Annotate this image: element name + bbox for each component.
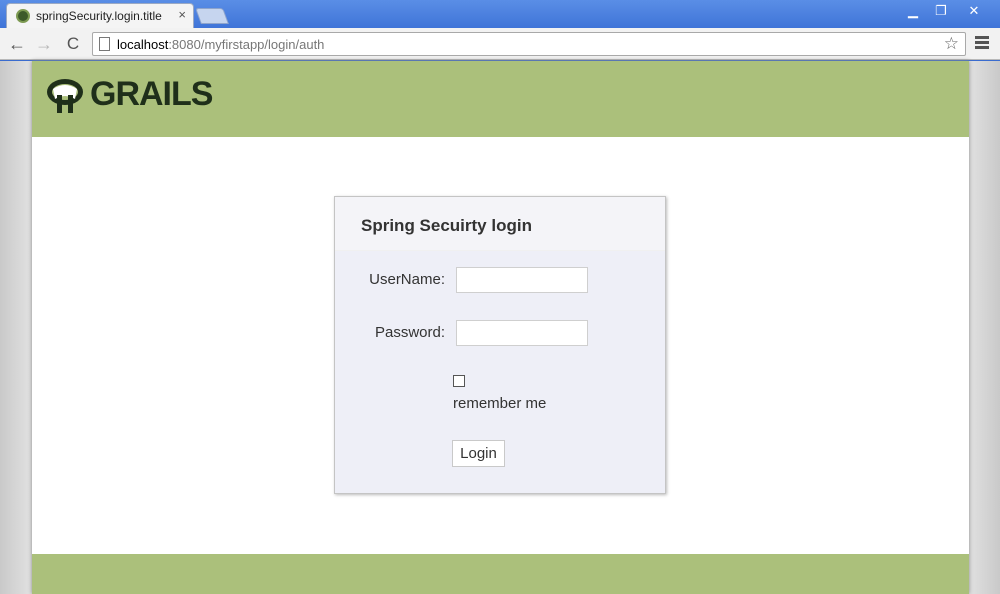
url-path: :8080/myfirstapp/login/auth <box>168 37 325 52</box>
restore-icon[interactable]: ❐ <box>928 2 954 22</box>
reload-icon[interactable]: C <box>62 33 84 55</box>
grails-favicon-icon <box>16 9 30 23</box>
remember-me-label: remember me <box>453 395 547 412</box>
page-viewport: GRAILS Spring Secuirty login UserName: P… <box>0 61 1000 594</box>
minimize-icon[interactable]: ▁ <box>900 2 926 22</box>
site-footer <box>32 554 969 594</box>
tab-title: springSecurity.login.title <box>36 9 162 23</box>
password-label: Password: <box>374 324 445 341</box>
address-bar[interactable]: localhost:8080/myfirstapp/login/auth ☆ <box>92 32 966 56</box>
remember-me-checkbox[interactable] <box>453 375 465 387</box>
bookmark-star-icon[interactable]: ☆ <box>944 34 959 54</box>
page-icon <box>99 37 110 51</box>
browser-tab[interactable]: springSecurity.login.title × <box>6 3 194 28</box>
url-host: localhost <box>117 37 169 52</box>
login-button[interactable]: Login <box>452 440 505 467</box>
url-text: localhost:8080/myfirstapp/login/auth <box>117 37 324 52</box>
browser-toolbar: ← → C localhost:8080/myfirstapp/login/au… <box>0 28 1000 60</box>
username-label: UserName: <box>369 271 445 288</box>
close-window-icon[interactable]: ✕ <box>960 2 988 22</box>
forward-arrow-icon[interactable]: → <box>33 33 55 55</box>
window-titlebar: springSecurity.login.title × ▁ ❐ ✕ <box>0 0 1000 28</box>
login-form: Spring Secuirty login UserName: Password… <box>334 196 666 494</box>
grails-logo-icon <box>47 79 83 113</box>
tab-close-icon[interactable]: × <box>178 7 186 22</box>
password-input[interactable] <box>456 320 588 346</box>
login-header: Spring Secuirty login <box>335 197 665 251</box>
site-header: GRAILS <box>32 61 969 137</box>
logo-text: GRAILS <box>90 75 213 113</box>
back-arrow-icon[interactable]: ← <box>6 33 28 55</box>
new-tab-button[interactable] <box>195 8 229 24</box>
login-title: Spring Secuirty login <box>361 216 532 235</box>
page-container: GRAILS Spring Secuirty login UserName: P… <box>32 61 969 594</box>
username-input[interactable] <box>456 267 588 293</box>
browser-menu-icon[interactable] <box>973 34 991 54</box>
